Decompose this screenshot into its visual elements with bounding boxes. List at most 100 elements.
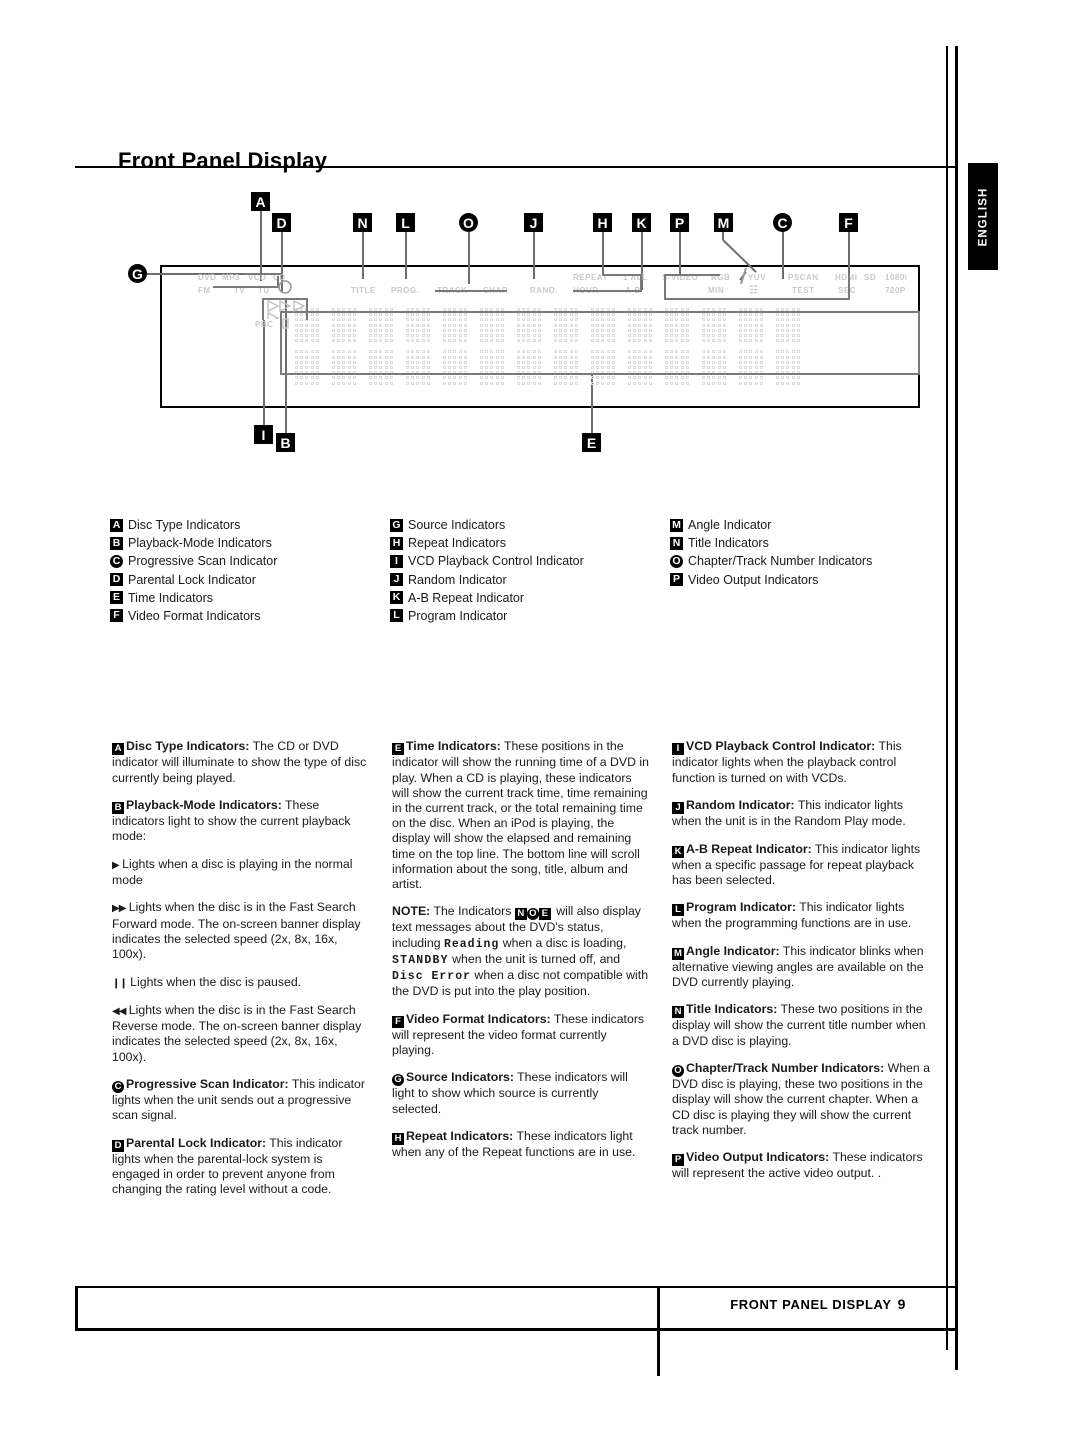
- lcd-label-pbc: PBC: [255, 320, 274, 329]
- page-border-right-outer: [955, 46, 958, 1370]
- diagram-marker-f: F: [839, 213, 858, 232]
- para-rew-glyph: ◀◀ Lights when the disc is in the Fast S…: [112, 1003, 370, 1065]
- legend-badge-n: N: [670, 536, 683, 550]
- diagram-marker-g: G: [128, 264, 147, 283]
- legend-label-c: Progressive Scan Indicator: [128, 554, 278, 569]
- para-angle: M Angle Indicator: This indicator blinks …: [672, 944, 930, 990]
- legend-badge-i: I: [390, 554, 403, 568]
- pause-icon: ❙❙: [112, 977, 128, 989]
- playback-mode-glyphs: [267, 299, 306, 319]
- para-time-indicators: E Time Indicators: These positions in the…: [392, 739, 650, 892]
- leader-a: [260, 211, 262, 281]
- text-note-standby: STANDBY: [392, 953, 449, 967]
- legend-label-a: Disc Type Indicators: [128, 518, 241, 532]
- lcd-label-sd: SD: [864, 273, 877, 282]
- diagram-marker-o: O: [459, 213, 478, 232]
- diagram-marker-k: K: [632, 213, 651, 232]
- term-program: Program Indicator:: [686, 900, 797, 915]
- legend-label-o: Chapter/Track Number Indicators: [688, 554, 873, 569]
- legend-label-g: Source Indicators: [408, 518, 506, 532]
- legend-item: A Disc Type Indicators: [110, 518, 277, 532]
- lcd-label-rand: RAND.: [530, 286, 558, 295]
- inline-badge-note-n: N: [514, 908, 527, 921]
- legend-badge-p: P: [670, 573, 683, 587]
- diagram-marker-m: M: [714, 213, 733, 232]
- legend-item: B Playback-Mode Indicators: [110, 536, 277, 550]
- text-pause-glyph: Lights when the disc is paused.: [126, 974, 302, 989]
- inline-badge-note-o: O: [526, 908, 539, 921]
- text-note-reading: Reading: [443, 937, 500, 951]
- legend-label-m: Angle Indicator: [688, 518, 772, 532]
- callout-box-repeat-h2: [573, 290, 642, 292]
- term-random: Random Indicator:: [686, 798, 795, 812]
- page-title: Front Panel Display: [118, 147, 328, 173]
- legend-label-j: Random Indicator: [408, 572, 507, 587]
- term-title: Title Indicators:: [686, 1002, 778, 1017]
- legend-item: I VCD Playback Control Indicator: [390, 554, 584, 568]
- legend-item: H Repeat Indicators: [390, 536, 584, 550]
- inline-badge-h: H: [392, 1133, 404, 1146]
- callout-box-videoout-frame: [664, 274, 850, 300]
- inline-badge-d: D: [112, 1139, 124, 1152]
- legend-item: L Program Indicator: [390, 609, 584, 623]
- para-ab-repeat: K A-B Repeat Indicator: This indicator li…: [672, 842, 930, 888]
- para-program: L Program Indicator: This indicator light…: [672, 900, 930, 931]
- lcd-label-title: TITLE: [351, 286, 376, 295]
- play-icon: ▶: [112, 859, 120, 871]
- term-disc-type: Disc Type Indicators:: [126, 739, 250, 754]
- text-note-disc-error: Disc Error: [392, 970, 472, 984]
- inline-badge-m: M: [672, 947, 684, 960]
- fast-forward-icon: ▶▶: [112, 903, 126, 915]
- term-note: NOTE:: [392, 904, 431, 919]
- footer-section-label: FRONT PANEL DISPLAY: [730, 1297, 892, 1312]
- term-video-output: Video Output Indicators:: [686, 1150, 830, 1165]
- term-progressive-scan: Progressive Scan Indicator:: [126, 1077, 289, 1092]
- front-panel-display-diagram: A D N L O J H K P M C F G I B E DVD MP3 …: [110, 180, 920, 470]
- legend-item: C Progressive Scan Indicator: [110, 554, 277, 568]
- para-pause-glyph: ❙❙ Lights when the disc is paused.: [112, 975, 370, 991]
- leader-p: [679, 232, 681, 274]
- leader-n: [362, 232, 364, 279]
- para-repeat: H Repeat Indicators: These indicators lig…: [392, 1129, 650, 1160]
- term-parental-lock: Parental Lock Indicator:: [126, 1135, 267, 1150]
- inline-badge-n: N: [672, 1006, 684, 1019]
- text-note-after-reading: when a disc is loading,: [499, 935, 627, 950]
- description-column-2: E Time Indicators: These positions in the…: [392, 727, 650, 1169]
- term-repeat: Repeat Indicators:: [406, 1129, 514, 1144]
- para-disc-type: A Disc Type Indicators: The CD or DVD ind…: [112, 739, 370, 785]
- legend-item: J Random Indicator: [390, 573, 584, 587]
- para-video-output: P Video Output Indicators: These indicato…: [672, 1150, 930, 1181]
- pbc-bar-icon: [282, 318, 289, 329]
- diagram-marker-c: C: [773, 213, 792, 232]
- term-source: Source Indicators:: [406, 1070, 514, 1085]
- para-note: NOTE: The Indicators NOE will also displ…: [392, 904, 650, 999]
- callout-box-track-chap: [435, 290, 507, 292]
- diagram-marker-n: N: [353, 213, 372, 232]
- lcd-label-720p: 720P: [885, 286, 906, 295]
- text-play-glyph: Lights when a disc is playing in the nor…: [112, 856, 353, 887]
- legend-item: K A-B Repeat Indicator: [390, 591, 584, 605]
- legend-badge-k: K: [390, 591, 403, 605]
- text-note-pre: The Indicators: [430, 904, 515, 919]
- footer-rule-bottom: [75, 1328, 955, 1331]
- leader-j: [533, 232, 535, 279]
- diagram-marker-h: H: [593, 213, 612, 232]
- legend-badge-f: F: [110, 609, 123, 623]
- term-ab-repeat: A-B Repeat Indicator:: [686, 841, 812, 856]
- language-tab-label: ENGLISH: [977, 187, 990, 246]
- footer: FRONT PANEL DISPLAY 9: [0, 1296, 946, 1312]
- legend-badge-e: E: [110, 591, 123, 605]
- callout-box-repeat-v: [640, 274, 642, 290]
- legend-item: N Title Indicators: [670, 536, 872, 550]
- diagram-marker-p: P: [670, 213, 689, 232]
- inline-badge-k: K: [672, 845, 684, 858]
- legend-label-d: Parental Lock Indicator: [128, 572, 256, 587]
- legend-item: O Chapter/Track Number Indicators: [670, 554, 872, 568]
- legend-badge-g: G: [390, 518, 403, 532]
- term-time-indicators: Time Indicators:: [406, 739, 501, 754]
- para-source: G Source Indicators: These indicators wil…: [392, 1070, 650, 1116]
- legend-column-2: G Source Indicators H Repeat Indicators IV…: [390, 518, 584, 627]
- inline-badge-l: L: [672, 904, 684, 917]
- legend-badge-h: H: [390, 536, 403, 550]
- diagram-marker-l: L: [396, 213, 415, 232]
